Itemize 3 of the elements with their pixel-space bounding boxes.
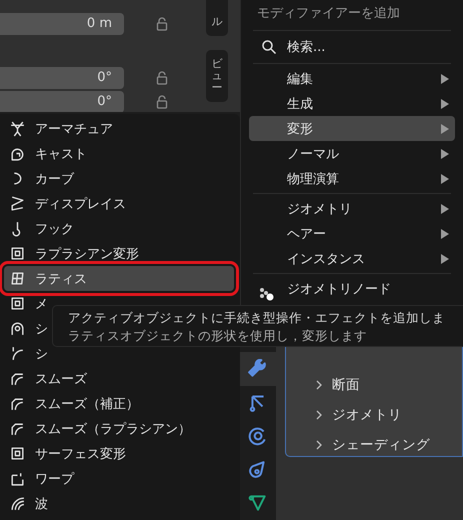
menu-title: モディファイアーを追加 [256,5,401,23]
tooltip-text: アクティブオブジェクトに手続き型操作・エフェクトを追加しま [68,309,446,327]
tooltip-text: ラティスオブジェクトの形状を使用し，変形します [68,327,368,345]
